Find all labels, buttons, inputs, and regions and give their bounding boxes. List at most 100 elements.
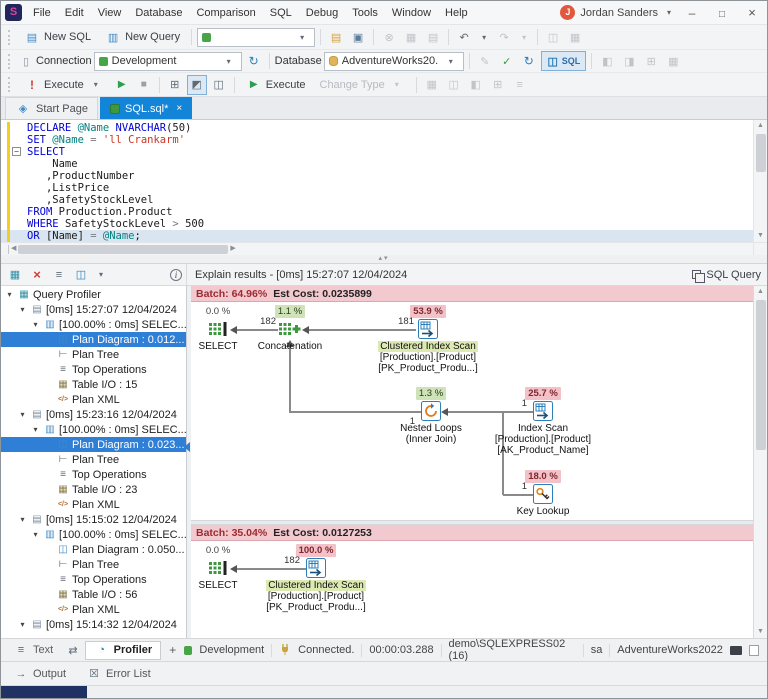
expand-arrow-icon[interactable] <box>17 305 28 314</box>
monitor-icon[interactable] <box>729 645 742 655</box>
undo-icon[interactable] <box>454 27 474 47</box>
results-layout-icon[interactable] <box>209 75 229 95</box>
expand-arrow-icon[interactable] <box>30 425 41 434</box>
swap-results-icon[interactable] <box>63 640 82 660</box>
scroll-thumb[interactable] <box>18 244 229 254</box>
expand-arrow-icon[interactable] <box>4 290 15 299</box>
cut-icon[interactable] <box>379 27 399 47</box>
expand-arrow-icon[interactable] <box>17 620 28 629</box>
code-line[interactable]: Name <box>1 158 753 170</box>
scroll-down-icon[interactable] <box>757 230 764 242</box>
expand-arrow-icon[interactable] <box>17 515 28 524</box>
copy-icon[interactable] <box>401 27 421 47</box>
tree-item[interactable]: [0ms] 15:23:16 12/04/2024 <box>1 407 186 422</box>
close-tab-icon[interactable] <box>176 103 182 114</box>
menu-view[interactable]: View <box>91 1 129 24</box>
collapse-splitter-icon[interactable] <box>184 442 190 452</box>
code-line[interactable]: ,ListPrice <box>1 182 753 194</box>
code-line[interactable]: SET @Name = 'll Crankarm' <box>1 134 753 146</box>
tab-profiler[interactable]: Profiler <box>84 640 162 660</box>
tree-item[interactable]: Plan Tree <box>1 557 186 572</box>
plan-options-icon[interactable] <box>488 75 508 95</box>
tree-item[interactable]: [0ms] 15:14:32 12/04/2024 <box>1 617 186 632</box>
code-line[interactable]: ,ProductNumber <box>1 170 753 182</box>
menu-window[interactable]: Window <box>385 1 438 24</box>
scroll-up-icon[interactable] <box>757 286 764 298</box>
tree-item[interactable]: Top Operations <box>1 467 186 482</box>
results-vscrollbar[interactable] <box>753 286 767 638</box>
tab-output[interactable]: Output <box>3 662 76 685</box>
menu-help[interactable]: Help <box>438 1 475 24</box>
tree-item[interactable]: [0ms] 15:27:07 12/04/2024 <box>1 302 186 317</box>
sql-editor[interactable]: DECLARE @Name NVARCHAR(50) SET @Name = 'l… <box>1 120 767 255</box>
tree-item[interactable]: Table I/O : 23 <box>1 482 186 497</box>
plan-layout-icon[interactable] <box>466 75 486 95</box>
redo-chevron-icon[interactable] <box>516 29 532 45</box>
expand-arrow-icon[interactable] <box>17 410 28 419</box>
plan-node-key-lookup[interactable]: 18.0 % Key Lookup <box>483 470 603 517</box>
layout-right-icon[interactable] <box>619 51 639 71</box>
plan-node-concatenation[interactable]: 1.1 % Concatenation <box>230 305 350 352</box>
menu-debug[interactable]: Debug <box>299 1 345 24</box>
scroll-right-icon[interactable] <box>230 243 235 255</box>
document-category-combo[interactable] <box>197 27 316 47</box>
user-menu-chevron-icon[interactable] <box>661 5 677 21</box>
stop-icon[interactable] <box>134 75 154 95</box>
minimize-button[interactable] <box>677 1 707 25</box>
save-icon[interactable] <box>348 27 368 47</box>
scroll-thumb[interactable] <box>755 134 766 172</box>
hscroll-grip[interactable] <box>1 244 9 254</box>
query-builder-icon[interactable] <box>165 75 185 95</box>
tree-item[interactable]: [100.00% : 0ms] SELEC... <box>1 527 186 542</box>
info-icon[interactable] <box>170 268 182 281</box>
tree-item[interactable]: Table I/O : 15 <box>1 377 186 392</box>
expand-arrow-icon[interactable] <box>30 320 41 329</box>
connection-combo[interactable]: Development <box>93 51 242 71</box>
code-line[interactable]: FROM Production.Product <box>1 206 753 218</box>
fold-marker-icon[interactable] <box>12 147 21 156</box>
layout-left-icon[interactable] <box>597 51 617 71</box>
tree-item[interactable]: Top Operations <box>1 362 186 377</box>
tree-item[interactable]: Plan Tree <box>1 452 186 467</box>
navigate-back-icon[interactable] <box>543 27 563 47</box>
splitter-collapse-icon[interactable] <box>378 255 389 263</box>
chevron-down-icon[interactable] <box>93 267 109 283</box>
refresh-connection-icon[interactable] <box>244 51 264 71</box>
scroll-down-icon[interactable] <box>757 626 764 638</box>
add-result-tab-button[interactable]: + <box>163 641 182 660</box>
user-name[interactable]: Jordan Sanders <box>580 7 658 19</box>
plan-window-icon[interactable] <box>444 75 464 95</box>
tree-item[interactable]: Table I/O : 56 <box>1 587 186 602</box>
close-button[interactable] <box>737 1 767 25</box>
scroll-thumb[interactable] <box>755 300 766 450</box>
navigate-forward-icon[interactable] <box>565 27 585 47</box>
tree-item[interactable]: Query Profiler <box>1 287 186 302</box>
diagram-mode-icon[interactable] <box>71 265 91 285</box>
edit-data-icon[interactable] <box>475 51 495 71</box>
new-query-button[interactable]: New Query <box>99 27 186 47</box>
open-file-icon[interactable] <box>326 27 346 47</box>
editor-hscrollbar[interactable] <box>1 242 767 255</box>
change-type-dropdown[interactable]: Change Type <box>314 75 411 95</box>
code-line[interactable]: ,SafetyStockLevel <box>1 194 753 206</box>
code-line[interactable]: SELECT <box>1 146 753 158</box>
code-line[interactable]: OR [Name] = @Name; <box>1 230 753 242</box>
tree-item[interactable]: Plan XML <box>1 392 186 407</box>
tree-item[interactable]: [100.00% : 0ms] SELEC... <box>1 422 186 437</box>
tree-item[interactable]: Plan Diagram : 0.023... <box>1 437 186 452</box>
code-lines[interactable]: DECLARE @Name NVARCHAR(50) SET @Name = 'l… <box>1 120 753 242</box>
tab-start-page[interactable]: Start Page <box>5 97 98 119</box>
redo-icon[interactable] <box>494 27 514 47</box>
menu-tools[interactable]: Tools <box>345 1 385 24</box>
results-grid-icon[interactable] <box>663 51 683 71</box>
profiler-tree-view-icon[interactable] <box>5 265 25 285</box>
delete-result-icon[interactable] <box>27 265 47 285</box>
menu-comparison[interactable]: Comparison <box>189 1 262 24</box>
new-sql-button[interactable]: New SQL <box>18 27 97 47</box>
tab-text[interactable]: Text <box>5 641 61 660</box>
execute-button[interactable]: Execute <box>18 75 110 95</box>
validate-icon[interactable] <box>497 51 517 71</box>
undo-chevron-icon[interactable] <box>476 29 492 45</box>
tree-item[interactable]: Plan Diagram : 0.012... <box>1 332 186 347</box>
code-line[interactable]: DECLARE @Name NVARCHAR(50) <box>1 122 753 134</box>
